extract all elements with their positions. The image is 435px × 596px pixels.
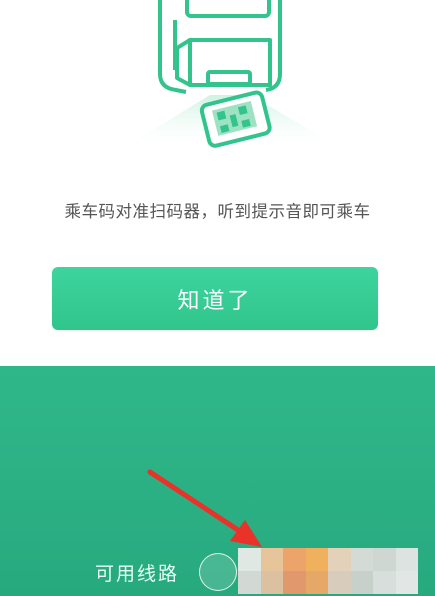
available-routes-label[interactable]: 可用线路: [95, 559, 179, 586]
scanner-illustration: [120, 0, 345, 150]
scanner-icon: [158, 0, 282, 94]
got-it-button[interactable]: 知道了: [52, 267, 378, 330]
masked-route-info: [238, 548, 418, 594]
route-toggle-icon[interactable]: [199, 553, 237, 591]
tip-dialog: 乘车码对准扫码器，听到提示音即可乘车 知道了: [0, 0, 435, 366]
scan-instruction-text: 乘车码对准扫码器，听到提示音即可乘车: [64, 202, 371, 221]
